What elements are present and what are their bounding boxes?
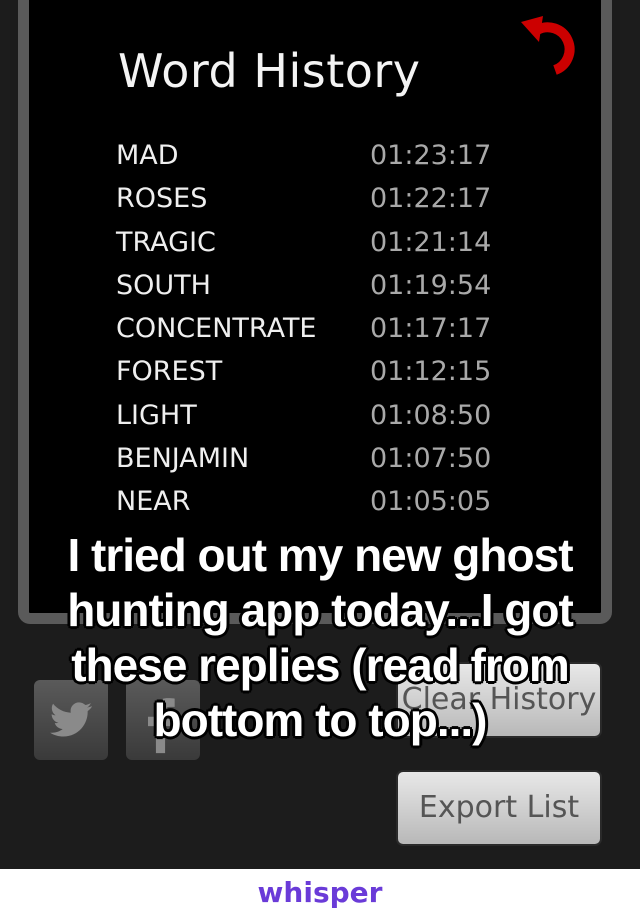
- caption-line: bottom to top...): [153, 694, 488, 746]
- whisper-logo[interactable]: whisper: [258, 876, 383, 909]
- footer-bar: whisper: [0, 869, 640, 920]
- caption-line: I tried out my new ghost: [67, 529, 573, 581]
- caption-line: these replies (read from: [71, 639, 570, 691]
- caption-clip: I tried out my new ghost hunting app tod…: [0, 0, 640, 869]
- caption-line: hunting app today...I got: [67, 584, 574, 636]
- caption-text: I tried out my new ghost hunting app tod…: [0, 528, 640, 748]
